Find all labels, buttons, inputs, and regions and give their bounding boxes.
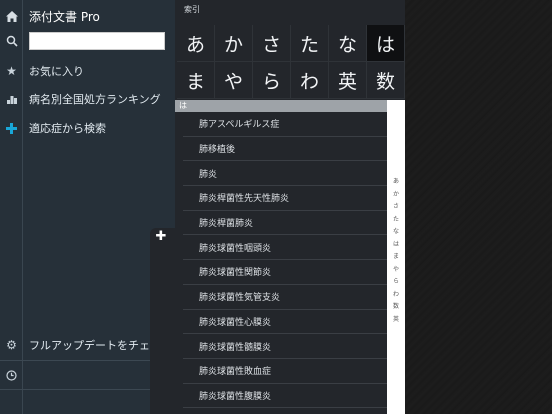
kana-button-active[interactable]: は <box>367 25 405 62</box>
background-texture <box>405 0 552 414</box>
list-item[interactable]: 肺炎球菌性敗血症 <box>183 359 387 384</box>
list-item[interactable]: 肺炎球菌性髄膜炎 <box>183 334 387 359</box>
add-plus-icon[interactable]: ✚ <box>153 229 169 245</box>
kana-button[interactable]: 英 <box>329 62 367 99</box>
list-item[interactable]: 肺炎桿菌性先天性肺炎 <box>183 186 387 211</box>
divider <box>0 389 175 390</box>
index-title: 索引 <box>184 5 200 14</box>
list-item[interactable]: 肺炎球菌性咽頭炎 <box>183 235 387 261</box>
kana-button[interactable]: わ <box>291 62 329 99</box>
clock-icon <box>0 361 23 389</box>
panel-tab <box>150 228 180 414</box>
side-index-letter[interactable]: た <box>393 214 399 227</box>
app-title: 添付文書 Pro <box>29 9 100 24</box>
side-index-letter[interactable]: ら <box>393 276 399 289</box>
kana-button[interactable]: ま <box>177 62 215 99</box>
side-index-letter[interactable]: わ <box>393 289 399 302</box>
side-index-letter[interactable]: は <box>393 239 399 252</box>
sidebar-item-ranking[interactable]: 病名別全国処方ランキング <box>0 85 175 113</box>
gear-icon: ⚙ <box>6 338 17 352</box>
side-index-letter[interactable]: か <box>393 189 399 202</box>
full-update-check[interactable]: ⚙ フルアップデートをチェック <box>0 331 175 359</box>
list-item[interactable]: 肺炎桿菌肺炎 <box>183 211 387 236</box>
list-item[interactable]: 肺炎球菌性関節炎 <box>183 260 387 285</box>
list-section-header: は <box>175 100 387 112</box>
list-item[interactable]: 肺炎球菌性腹膜炎 <box>183 384 387 409</box>
kana-button[interactable]: た <box>291 25 329 62</box>
side-index-letter[interactable]: ま <box>393 251 399 264</box>
side-index-letter[interactable]: な <box>393 226 399 239</box>
kana-button[interactable]: な <box>329 25 367 62</box>
history-row[interactable] <box>0 361 175 389</box>
sidebar-item-indication-search[interactable]: 適応症から検索 <box>0 114 175 142</box>
list-item[interactable]: 肺炎 <box>183 161 387 187</box>
ranking-icon <box>0 85 23 113</box>
sidebar-item-label: 病名別全国処方ランキング <box>29 93 161 106</box>
list-item[interactable]: 肺炎球菌性心膜炎 <box>183 310 387 335</box>
side-index-letter[interactable]: 数 <box>393 301 399 314</box>
home-icon[interactable] <box>0 2 23 30</box>
sidebar-item-label: お気に入り <box>29 65 84 78</box>
search-icon <box>0 27 23 55</box>
kana-index-grid: あ か さ た な は ま や ら わ 英 数 <box>177 25 405 99</box>
list-item[interactable]: 肺移植後 <box>183 137 387 162</box>
side-index-letter[interactable]: 英 <box>393 314 399 327</box>
kana-button[interactable]: さ <box>253 25 291 62</box>
disease-list: 肺アスペルギルス症 肺移植後 肺炎 肺炎桿菌性先天性肺炎 肺炎桿菌肺炎 肺炎球菌… <box>183 112 387 409</box>
side-index-letter[interactable]: や <box>393 264 399 277</box>
kana-button[interactable]: 数 <box>367 62 405 99</box>
star-icon: ★ <box>6 64 17 78</box>
plus-icon <box>0 114 23 142</box>
sidebar-item-favorites[interactable]: ★ お気に入り <box>0 57 175 85</box>
kana-button[interactable]: ら <box>253 62 291 99</box>
list-item[interactable]: 肺アスペルギルス症 <box>183 112 387 137</box>
side-index-letter[interactable]: さ <box>393 201 399 214</box>
list-item[interactable]: 肺炎球菌性気管支炎 <box>183 285 387 310</box>
sidebar: 添付文書 Pro ★ お気に入り 病名別全国処方ランキング 適応症から検索 ⚙ … <box>0 0 175 414</box>
kana-button[interactable]: あ <box>177 25 215 62</box>
kana-button[interactable]: か <box>215 25 253 62</box>
app-header: 添付文書 Pro <box>0 2 175 30</box>
kana-button[interactable]: や <box>215 62 253 99</box>
side-index-bar[interactable]: あ か さ た な は ま や ら わ 数 英 <box>387 100 405 414</box>
sidebar-item-label: 適応症から検索 <box>29 122 106 135</box>
search-input[interactable] <box>29 32 165 50</box>
side-index-letter[interactable]: あ <box>393 176 399 189</box>
